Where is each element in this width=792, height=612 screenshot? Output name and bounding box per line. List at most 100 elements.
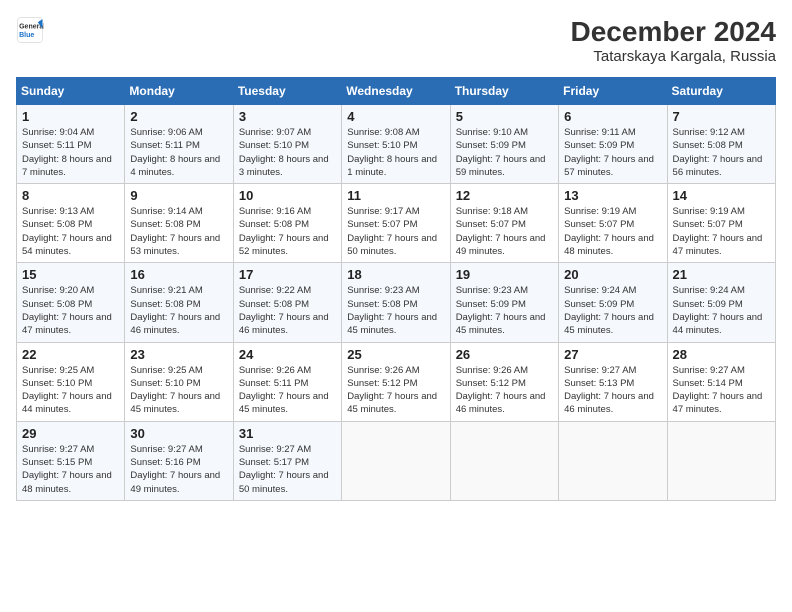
week-row-2: 8 Sunrise: 9:13 AMSunset: 5:08 PMDaylight…	[17, 184, 776, 263]
day-number: 29	[22, 426, 119, 441]
day-info: Sunrise: 9:20 AMSunset: 5:08 PMDaylight:…	[22, 284, 119, 337]
day-number: 24	[239, 347, 336, 362]
day-cell: 8 Sunrise: 9:13 AMSunset: 5:08 PMDaylight…	[17, 184, 125, 263]
day-info: Sunrise: 9:25 AMSunset: 5:10 PMDaylight:…	[22, 364, 119, 417]
day-number: 21	[673, 267, 770, 282]
day-info: Sunrise: 9:19 AMSunset: 5:07 PMDaylight:…	[564, 205, 661, 258]
day-number: 12	[456, 188, 553, 203]
calendar-table: SundayMondayTuesdayWednesdayThursdayFrid…	[16, 77, 776, 501]
day-number: 23	[130, 347, 227, 362]
day-cell	[342, 421, 450, 500]
day-cell: 21 Sunrise: 9:24 AMSunset: 5:09 PMDayligh…	[667, 263, 775, 342]
day-info: Sunrise: 9:22 AMSunset: 5:08 PMDaylight:…	[239, 284, 336, 337]
day-cell: 18Sunrise: 9:23 AMSunset: 5:08 PMDayligh…	[342, 263, 450, 342]
day-number: 7	[673, 109, 770, 124]
day-number: 27	[564, 347, 661, 362]
day-info: Sunrise: 9:12 AMSunset: 5:08 PMDaylight:…	[673, 126, 770, 179]
day-cell: 23 Sunrise: 9:25 AMSunset: 5:10 PMDayligh…	[125, 342, 233, 421]
day-cell	[559, 421, 667, 500]
day-cell: 3 Sunrise: 9:07 AMSunset: 5:10 PMDaylight…	[233, 105, 341, 184]
day-cell: 20 Sunrise: 9:24 AMSunset: 5:09 PMDayligh…	[559, 263, 667, 342]
day-cell: 27Sunrise: 9:27 AMSunset: 5:13 PMDayligh…	[559, 342, 667, 421]
day-info: Sunrise: 9:06 AMSunset: 5:11 PMDaylight:…	[130, 126, 227, 179]
day-number: 22	[22, 347, 119, 362]
day-info: Sunrise: 9:17 AMSunset: 5:07 PMDaylight:…	[347, 205, 444, 258]
title-block: December 2024 Tatarskaya Kargala, Russia	[571, 16, 776, 65]
day-cell: 12 Sunrise: 9:18 AMSunset: 5:07 PMDayligh…	[450, 184, 558, 263]
location-title: Tatarskaya Kargala, Russia	[571, 48, 776, 65]
weekday-header-row: SundayMondayTuesdayWednesdayThursdayFrid…	[17, 78, 776, 105]
day-cell: 22 Sunrise: 9:25 AMSunset: 5:10 PMDayligh…	[17, 342, 125, 421]
day-info: Sunrise: 9:24 AMSunset: 5:09 PMDaylight:…	[564, 284, 661, 337]
day-number: 9	[130, 188, 227, 203]
day-number: 4	[347, 109, 444, 124]
day-cell: 25 Sunrise: 9:26 AMSunset: 5:12 PMDayligh…	[342, 342, 450, 421]
day-info: Sunrise: 9:04 AMSunset: 5:11 PMDaylight:…	[22, 126, 119, 179]
day-info: Sunrise: 9:23 AMSunset: 5:09 PMDaylight:…	[456, 284, 553, 337]
day-cell: 13 Sunrise: 9:19 AMSunset: 5:07 PMDayligh…	[559, 184, 667, 263]
day-cell: 5Sunrise: 9:10 AMSunset: 5:09 PMDaylight…	[450, 105, 558, 184]
day-cell: 31Sunrise: 9:27 AMSunset: 5:17 PMDayligh…	[233, 421, 341, 500]
day-cell: 6 Sunrise: 9:11 AMSunset: 5:09 PMDaylight…	[559, 105, 667, 184]
day-info: Sunrise: 9:27 AMSunset: 5:15 PMDaylight:…	[22, 443, 119, 496]
day-number: 6	[564, 109, 661, 124]
day-info: Sunrise: 9:21 AMSunset: 5:08 PMDaylight:…	[130, 284, 227, 337]
day-cell: 14 Sunrise: 9:19 AMSunset: 5:07 PMDayligh…	[667, 184, 775, 263]
day-cell: 1 Sunrise: 9:04 AMSunset: 5:11 PMDaylight…	[17, 105, 125, 184]
day-number: 11	[347, 188, 444, 203]
weekday-header-wednesday: Wednesday	[342, 78, 450, 105]
day-info: Sunrise: 9:27 AMSunset: 5:14 PMDaylight:…	[673, 364, 770, 417]
day-cell: 29 Sunrise: 9:27 AMSunset: 5:15 PMDayligh…	[17, 421, 125, 500]
week-row-3: 15 Sunrise: 9:20 AMSunset: 5:08 PMDayligh…	[17, 263, 776, 342]
day-number: 30	[130, 426, 227, 441]
day-number: 10	[239, 188, 336, 203]
day-info: Sunrise: 9:18 AMSunset: 5:07 PMDaylight:…	[456, 205, 553, 258]
day-info: Sunrise: 9:07 AMSunset: 5:10 PMDaylight:…	[239, 126, 336, 179]
day-cell: 2 Sunrise: 9:06 AMSunset: 5:11 PMDaylight…	[125, 105, 233, 184]
weekday-header-thursday: Thursday	[450, 78, 558, 105]
weekday-header-sunday: Sunday	[17, 78, 125, 105]
day-cell: 11 Sunrise: 9:17 AMSunset: 5:07 PMDayligh…	[342, 184, 450, 263]
day-cell: 7 Sunrise: 9:12 AMSunset: 5:08 PMDaylight…	[667, 105, 775, 184]
day-number: 3	[239, 109, 336, 124]
day-cell: 4 Sunrise: 9:08 AMSunset: 5:10 PMDaylight…	[342, 105, 450, 184]
day-info: Sunrise: 9:24 AMSunset: 5:09 PMDaylight:…	[673, 284, 770, 337]
day-info: Sunrise: 9:13 AMSunset: 5:08 PMDaylight:…	[22, 205, 119, 258]
day-cell: 9 Sunrise: 9:14 AMSunset: 5:08 PMDaylight…	[125, 184, 233, 263]
day-number: 25	[347, 347, 444, 362]
day-info: Sunrise: 9:19 AMSunset: 5:07 PMDaylight:…	[673, 205, 770, 258]
day-number: 14	[673, 188, 770, 203]
day-number: 20	[564, 267, 661, 282]
weekday-header-tuesday: Tuesday	[233, 78, 341, 105]
day-number: 5	[456, 109, 553, 124]
weekday-header-saturday: Saturday	[667, 78, 775, 105]
day-number: 2	[130, 109, 227, 124]
day-info: Sunrise: 9:26 AMSunset: 5:12 PMDaylight:…	[347, 364, 444, 417]
day-info: Sunrise: 9:08 AMSunset: 5:10 PMDaylight:…	[347, 126, 444, 179]
day-cell: 26 Sunrise: 9:26 AMSunset: 5:12 PMDayligh…	[450, 342, 558, 421]
page-header: General Blue December 2024 Tatarskaya Ka…	[16, 16, 776, 65]
day-number: 8	[22, 188, 119, 203]
day-cell: 28 Sunrise: 9:27 AMSunset: 5:14 PMDayligh…	[667, 342, 775, 421]
weekday-header-friday: Friday	[559, 78, 667, 105]
day-info: Sunrise: 9:11 AMSunset: 5:09 PMDaylight:…	[564, 126, 661, 179]
day-number: 31	[239, 426, 336, 441]
day-number: 17	[239, 267, 336, 282]
day-number: 13	[564, 188, 661, 203]
day-number: 28	[673, 347, 770, 362]
day-number: 1	[22, 109, 119, 124]
day-number: 19	[456, 267, 553, 282]
logo: General Blue	[16, 16, 44, 44]
day-cell	[667, 421, 775, 500]
week-row-5: 29 Sunrise: 9:27 AMSunset: 5:15 PMDayligh…	[17, 421, 776, 500]
day-info: Sunrise: 9:14 AMSunset: 5:08 PMDaylight:…	[130, 205, 227, 258]
day-number: 15	[22, 267, 119, 282]
day-info: Sunrise: 9:23 AMSunset: 5:08 PMDaylight:…	[347, 284, 444, 337]
weekday-header-monday: Monday	[125, 78, 233, 105]
day-info: Sunrise: 9:25 AMSunset: 5:10 PMDaylight:…	[130, 364, 227, 417]
svg-text:Blue: Blue	[19, 32, 34, 39]
day-cell	[450, 421, 558, 500]
day-info: Sunrise: 9:26 AMSunset: 5:12 PMDaylight:…	[456, 364, 553, 417]
day-number: 26	[456, 347, 553, 362]
day-cell: 19 Sunrise: 9:23 AMSunset: 5:09 PMDayligh…	[450, 263, 558, 342]
